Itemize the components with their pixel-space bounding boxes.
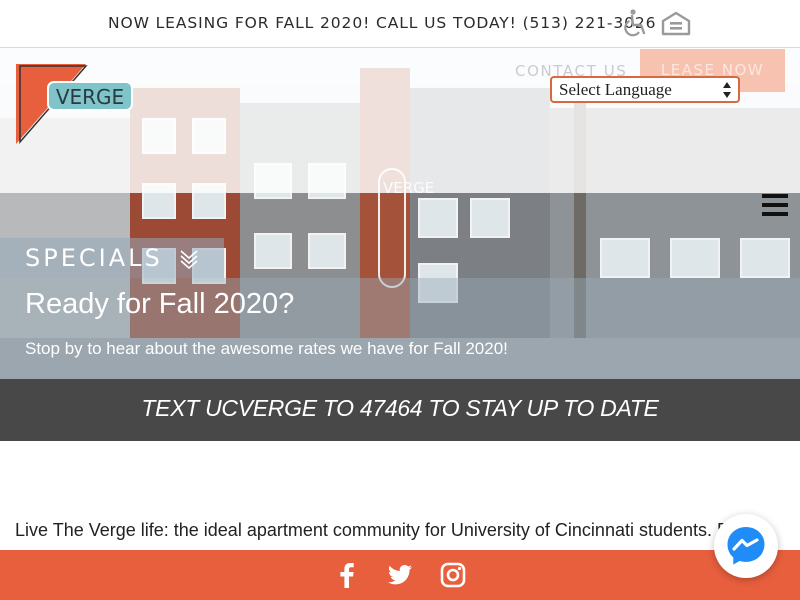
- accessibility-icon[interactable]: [620, 8, 650, 38]
- double-chevron-down-icon: [180, 250, 198, 269]
- instagram-icon[interactable]: [440, 562, 466, 588]
- special-title: Ready for Fall 2020?: [25, 288, 295, 320]
- facebook-icon[interactable]: [334, 562, 360, 588]
- messenger-chat-button[interactable]: [714, 514, 778, 578]
- intro-text: Live The Verge life: the ideal apartment…: [15, 520, 730, 540]
- special-subtitle: Stop by to hear about the awesome rates …: [25, 339, 508, 358]
- text-signup-label: TEXT UCVERGE TO 47464 TO STAY UP TO DATE: [141, 395, 659, 421]
- verge-logo[interactable]: VERGE: [16, 64, 134, 146]
- language-select-value: Select Language: [559, 80, 672, 99]
- logo-text: VERGE: [56, 85, 124, 109]
- messenger-icon: [727, 527, 765, 565]
- social-footer: [0, 550, 800, 600]
- menu-icon[interactable]: [762, 194, 788, 216]
- announcement-text: NOW LEASING FOR FALL 2020! CALL US TODAY…: [108, 14, 657, 32]
- text-signup-banner: TEXT UCVERGE TO 47464 TO STAY UP TO DATE: [0, 379, 800, 441]
- twitter-icon[interactable]: [387, 562, 413, 588]
- specials-tab[interactable]: SPECIALS: [0, 238, 224, 278]
- select-arrows-icon: [723, 82, 731, 98]
- specials-panel: Ready for Fall 2020? Stop by to hear abo…: [0, 278, 800, 379]
- announcement-bar: NOW LEASING FOR FALL 2020! CALL US TODAY…: [0, 0, 800, 48]
- language-select[interactable]: Select Language: [550, 76, 740, 103]
- equal-housing-icon[interactable]: [661, 8, 691, 38]
- specials-tab-label: SPECIALS: [25, 244, 163, 272]
